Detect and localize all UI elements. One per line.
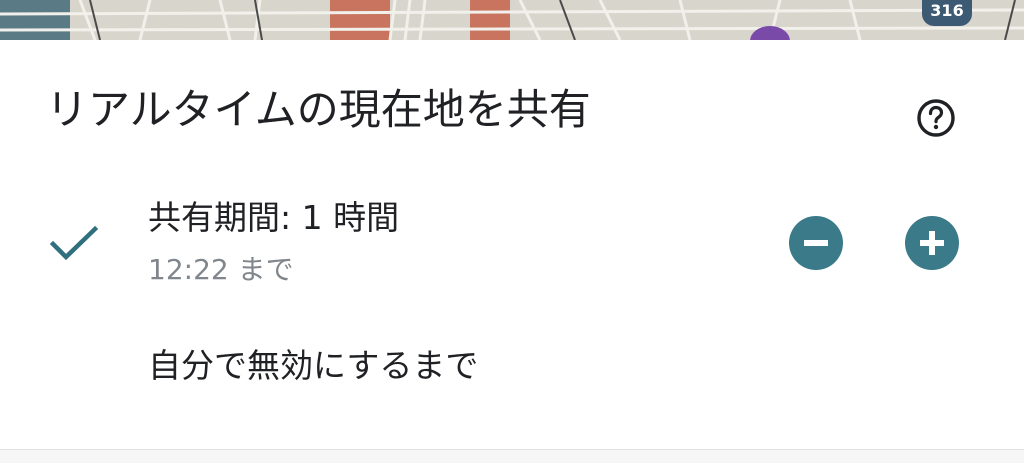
route-badge: 316 [922, 0, 972, 26]
map-streets [0, 0, 1024, 40]
check-icon [49, 225, 99, 261]
decrease-duration-button[interactable] [789, 216, 843, 270]
sheet-title: リアルタイムの現在地を共有 [46, 85, 591, 134]
increase-duration-button[interactable] [905, 216, 959, 270]
until-turned-off-option[interactable]: 自分で無効にするまで [148, 340, 478, 392]
help-circle-icon [917, 99, 955, 137]
minus-icon [804, 240, 828, 246]
below-sheet-area [0, 450, 1024, 463]
duration-until-text: 12:22 まで [148, 253, 294, 286]
screen: 316 リアルタイムの現在地を共有 共有期間: 1 時間 12:22 まで 自分… [0, 0, 1024, 463]
duration-label: 共有期間: 1 時間 [148, 198, 400, 237]
help-button[interactable] [910, 92, 962, 144]
map-background[interactable]: 316 [0, 0, 1024, 40]
plus-icon [920, 231, 944, 255]
